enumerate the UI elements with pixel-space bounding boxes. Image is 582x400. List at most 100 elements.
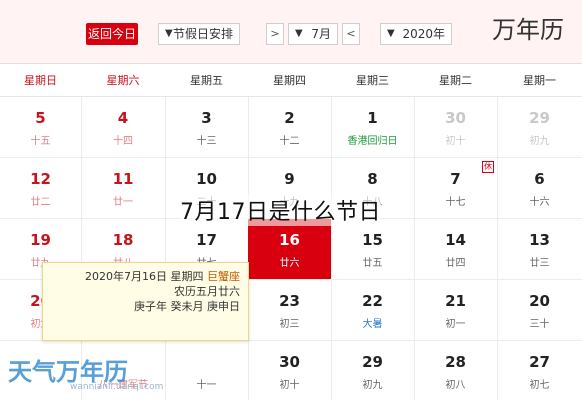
weekday-monday: 星期一 [523, 74, 556, 87]
watermark-url: wannianli.tianqi.com [70, 382, 164, 392]
calendar-day-cell[interactable]: 20 三十 [497, 280, 582, 340]
lunar-date: 香港回归日 [347, 136, 398, 147]
day-number: 4 [117, 109, 129, 127]
chevron-down-icon: ▼ [387, 28, 395, 39]
calendar-day-cell[interactable]: 21 初一 [414, 280, 497, 340]
lunar-date: 廿四 [445, 258, 466, 269]
day-number: 16 [279, 231, 300, 249]
day-number: 21 [445, 292, 466, 310]
day-number: 30 [279, 353, 300, 371]
chevron-down-icon: ▼ [295, 28, 303, 39]
lunar-date: 三十 [529, 319, 550, 330]
month-select[interactable]: ▼ 7月 [288, 23, 338, 45]
popup-ganzhi: 庚子年 癸未月 庚申日 [134, 300, 240, 313]
weekday-sunday: 星期日 [24, 74, 57, 87]
rest-day-badge: 休 [482, 161, 494, 173]
lunar-date: 初九 [362, 380, 383, 391]
calendar-day-cell[interactable]: 1 香港回归日 [331, 97, 414, 157]
lunar-date: 初十 [279, 380, 300, 391]
day-number: 29 [362, 353, 383, 371]
month-select-value: 7月 [311, 27, 331, 41]
lunar-date: 廿一 [113, 197, 133, 208]
calendar-day-cell[interactable]: 28 初八 [414, 341, 497, 400]
popup-date-row: 2020年7月16日 星期四 巨蟹座 [51, 269, 240, 284]
day-number: 22 [362, 292, 383, 310]
day-number: 12 [30, 170, 51, 188]
calendar-day-cell[interactable]: 22 大暑 [331, 280, 414, 340]
lunar-date: 廿三 [529, 258, 550, 269]
day-number: 2 [284, 109, 295, 127]
year-select[interactable]: ▼ 2020年 [380, 23, 452, 45]
calendar-day-cell[interactable]: 27 初七 [497, 341, 582, 400]
back-to-today-button[interactable]: 返回今日 [86, 23, 138, 45]
day-number: 6 [534, 170, 545, 188]
day-number: 18 [112, 231, 134, 249]
calendar-day-cell[interactable]: 14 廿四 [414, 219, 497, 279]
day-number: 30 [445, 109, 466, 127]
lunar-date: 初九 [529, 136, 550, 147]
popup-constellation: 巨蟹座 [207, 270, 240, 283]
holiday-select[interactable]: ▼ 节假日安排 [158, 23, 240, 45]
lunar-date: 十六 [529, 197, 550, 208]
next-month-button[interactable]: > [266, 23, 284, 45]
date-detail-popup: 2020年7月16日 星期四 巨蟹座 农历五月廿六 庚子年 癸未月 庚申日 [42, 262, 249, 341]
day-number: 8 [367, 170, 378, 188]
calendar-day-cell[interactable]: 13 廿三 [497, 219, 582, 279]
calendar-day-cell[interactable]: 12 廿二 [0, 158, 81, 218]
app-title: 万年历 [492, 16, 564, 44]
lunar-date: 十七 [445, 197, 466, 208]
site-watermark: 天气万年历 wannianli.tianqi.com [8, 352, 198, 398]
page-headline: 7月17日是什么节日 [180, 194, 381, 226]
weekday-header-row: 星期日 星期六 星期五 星期四 星期三 星期二 星期一 [0, 64, 582, 97]
year-select-value: 2020年 [402, 27, 445, 41]
lunar-date: 廿二 [30, 197, 51, 208]
calendar-day-cell[interactable]: 16 廿六 [248, 219, 331, 279]
lunar-date: 十五 [30, 136, 51, 147]
day-number: 9 [284, 170, 295, 188]
day-number: 28 [445, 353, 466, 371]
day-number: 15 [362, 231, 383, 249]
day-number: 23 [279, 292, 300, 310]
weekday-thursday: 星期四 [273, 74, 306, 87]
lunar-date: 十三 [196, 136, 217, 147]
day-number: 20 [529, 292, 550, 310]
calendar-day-cell[interactable]: 23 初三 [248, 280, 331, 340]
calendar-day-cell[interactable]: 30 初十 [414, 97, 497, 157]
weekday-wednesday: 星期三 [356, 74, 389, 87]
day-number: 29 [529, 109, 550, 127]
lunar-date: 廿五 [362, 258, 383, 269]
weekday-saturday: 星期六 [106, 74, 140, 87]
lunar-date: 初十 [445, 136, 466, 147]
lunar-date: 初八 [445, 380, 466, 391]
calendar-day-cell[interactable]: 6 十六 [497, 158, 582, 218]
weekday-tuesday: 星期二 [439, 74, 472, 87]
lunar-date: 廿六 [279, 258, 300, 269]
lunar-date: 初七 [529, 380, 550, 391]
weekday-friday: 星期五 [190, 74, 223, 87]
day-number: 10 [196, 170, 217, 188]
calendar-day-cell[interactable]: 4 十四 [81, 97, 165, 157]
popup-date: 2020年7月16日 星期四 [85, 270, 204, 283]
popup-lunar-date: 农历五月廿六 [174, 285, 240, 298]
lunar-date: 初一 [445, 319, 466, 330]
calendar-header: 万年历 返回今日 ▼ 节假日安排 > ▼ 7月 < ▼ 2020年 [0, 0, 582, 64]
calendar-day-cell[interactable]: 2 十二 [248, 97, 331, 157]
day-number: 27 [529, 353, 550, 371]
calendar-day-cell[interactable]: 29 初九 [331, 341, 414, 400]
calendar-day-cell[interactable]: 30 初十 [248, 341, 331, 400]
lunar-date: 十四 [113, 136, 133, 147]
lunar-date: 十二 [279, 136, 300, 147]
calendar-day-cell[interactable]: 29 初九 [497, 97, 582, 157]
day-number: 13 [529, 231, 550, 249]
calendar-day-cell[interactable]: 5 十五 [0, 97, 81, 157]
calendar-day-cell[interactable]: 3 十三 [165, 97, 248, 157]
prev-month-button[interactable]: < [342, 23, 360, 45]
calendar-day-cell[interactable]: 15 廿五 [331, 219, 414, 279]
day-number: 14 [445, 231, 466, 249]
lunar-date: 初三 [279, 319, 300, 330]
day-number: 1 [367, 109, 378, 127]
calendar-day-cell[interactable]: 11 廿一 [81, 158, 165, 218]
day-number: 5 [35, 109, 46, 127]
day-number: 3 [201, 109, 212, 127]
day-number: 11 [112, 170, 134, 188]
